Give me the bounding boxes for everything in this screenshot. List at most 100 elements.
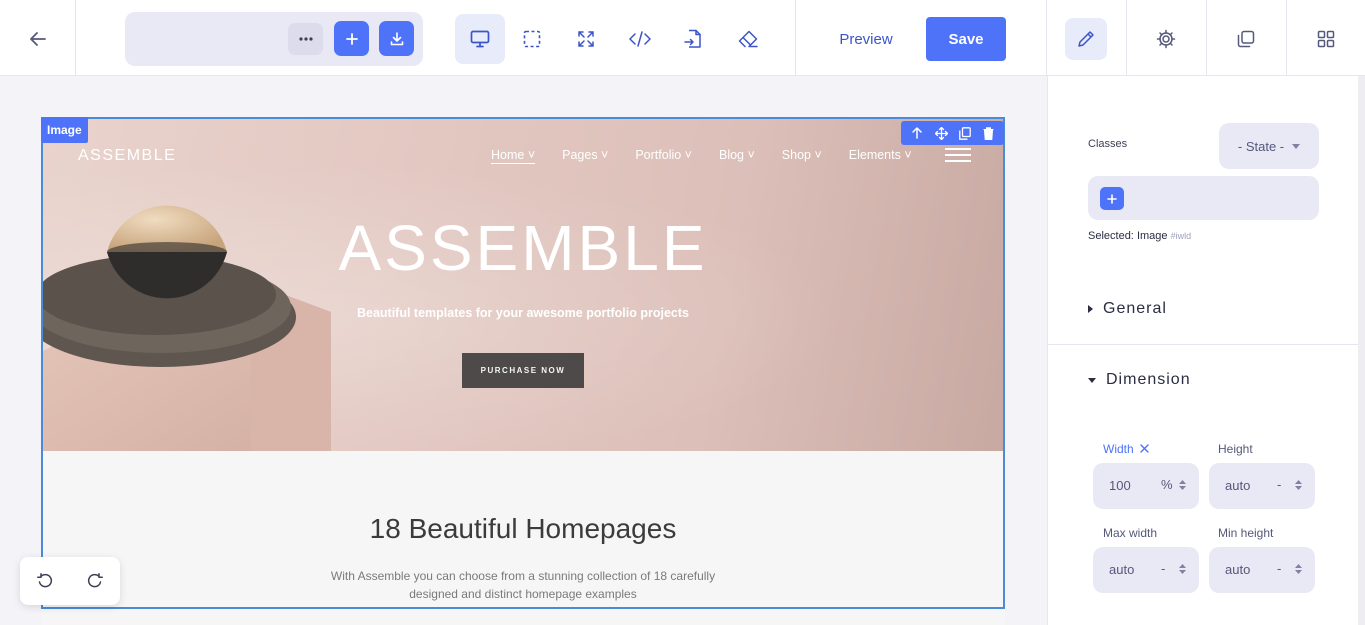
state-select-value: - State - bbox=[1237, 138, 1285, 154]
divider bbox=[1048, 344, 1358, 345]
divider bbox=[75, 0, 76, 76]
sector-general[interactable]: General bbox=[1088, 300, 1167, 318]
show-borders-button[interactable] bbox=[507, 14, 557, 64]
import-button[interactable] bbox=[379, 21, 414, 56]
sector-general-title: General bbox=[1103, 300, 1167, 317]
tab-blocks[interactable] bbox=[1305, 18, 1347, 60]
max-width-unit[interactable]: - bbox=[1161, 561, 1165, 576]
top-toolbar: Preview Save bbox=[0, 0, 1365, 76]
nav-item-portfolio[interactable]: Portfolio ˅ bbox=[635, 148, 692, 162]
pencil-icon bbox=[1078, 31, 1094, 47]
max-width-value[interactable]: auto bbox=[1109, 562, 1134, 577]
height-unit[interactable]: - bbox=[1277, 477, 1281, 492]
nav-item-pages[interactable]: Pages ˅ bbox=[562, 148, 608, 162]
select-box-icon bbox=[523, 30, 541, 48]
plus-icon bbox=[1107, 193, 1117, 204]
export-button[interactable] bbox=[668, 14, 718, 64]
plus-icon bbox=[345, 32, 358, 45]
tab-settings[interactable] bbox=[1145, 18, 1187, 60]
height-value[interactable]: auto bbox=[1225, 478, 1250, 493]
save-button[interactable]: Save bbox=[926, 17, 1006, 61]
purchase-now-button[interactable]: PURCHASE NOW bbox=[462, 353, 584, 388]
height-field[interactable]: auto - bbox=[1209, 463, 1315, 509]
panel-scrollbar[interactable] bbox=[1358, 76, 1365, 625]
width-label-text: Width bbox=[1103, 442, 1134, 456]
element-toolbar bbox=[901, 121, 1004, 145]
move-icon[interactable] bbox=[934, 126, 948, 140]
arrow-up-icon[interactable] bbox=[911, 127, 923, 139]
homepages-section[interactable]: 18 Beautiful Homepages With Assemble you… bbox=[41, 451, 1005, 625]
desktop-view-button[interactable] bbox=[455, 14, 505, 64]
site-brand[interactable]: ASSEMBLE bbox=[78, 147, 176, 165]
nav-item-home[interactable]: Home ˅ bbox=[491, 148, 535, 162]
width-unit[interactable]: % bbox=[1161, 477, 1173, 492]
preview-button[interactable]: Preview bbox=[826, 18, 906, 60]
add-class-button[interactable] bbox=[1100, 187, 1124, 210]
sector-dimension-title: Dimension bbox=[1106, 371, 1191, 388]
state-select[interactable]: - State - bbox=[1219, 123, 1319, 169]
min-height-field[interactable]: auto - bbox=[1209, 547, 1315, 593]
page-frame[interactable]: ASSEMBLE Home ˅ Pages ˅ Portfolio ˅ Blog… bbox=[41, 117, 1005, 625]
nav-item-shop[interactable]: Shop ˅ bbox=[782, 148, 822, 162]
divider bbox=[1046, 0, 1047, 76]
selected-name: Image bbox=[1136, 230, 1168, 242]
width-label[interactable]: Width bbox=[1103, 442, 1149, 456]
caret-right-icon bbox=[1088, 305, 1093, 313]
undo-redo-group bbox=[20, 557, 120, 605]
stepper-arrows-icon[interactable] bbox=[1179, 563, 1186, 575]
hamburger-menu-icon[interactable] bbox=[945, 148, 971, 163]
min-height-label: Min height bbox=[1218, 526, 1274, 540]
editor-canvas[interactable]: ASSEMBLE Home ˅ Pages ˅ Portfolio ˅ Blog… bbox=[0, 76, 1047, 625]
stepper-arrows-icon[interactable] bbox=[1295, 479, 1302, 491]
section-heading: 18 Beautiful Homepages bbox=[369, 513, 677, 544]
trash-icon[interactable] bbox=[983, 126, 994, 140]
copy-icon[interactable] bbox=[959, 126, 972, 140]
back-button[interactable] bbox=[22, 24, 54, 54]
fullscreen-button[interactable] bbox=[561, 14, 611, 64]
redo-icon[interactable] bbox=[87, 573, 103, 589]
hero-image[interactable]: ASSEMBLE Home ˅ Pages ˅ Portfolio ˅ Blog… bbox=[41, 117, 1005, 451]
add-page-button[interactable] bbox=[334, 21, 369, 56]
nav-item-blog[interactable]: Blog ˅ bbox=[719, 148, 755, 162]
tab-style-manager[interactable] bbox=[1065, 18, 1107, 60]
max-width-field[interactable]: auto - bbox=[1093, 547, 1199, 593]
sector-dimension[interactable]: Dimension bbox=[1088, 371, 1191, 389]
fullscreen-icon bbox=[578, 31, 594, 47]
divider bbox=[1126, 0, 1127, 76]
page-select[interactable] bbox=[125, 12, 423, 66]
divider bbox=[1286, 0, 1287, 76]
hero-subtitle: Beautiful templates for your awesome por… bbox=[356, 306, 689, 320]
chevron-down-icon bbox=[1292, 143, 1301, 149]
blocks-icon bbox=[1317, 30, 1335, 48]
eraser-icon bbox=[738, 30, 758, 48]
stepper-arrows-icon[interactable] bbox=[1295, 563, 1302, 575]
tab-layers[interactable] bbox=[1225, 18, 1267, 60]
view-code-button[interactable] bbox=[615, 14, 665, 64]
layers-icon bbox=[1237, 30, 1255, 48]
gear-icon bbox=[1156, 29, 1176, 49]
min-height-value[interactable]: auto bbox=[1225, 562, 1250, 577]
min-height-unit[interactable]: - bbox=[1277, 561, 1281, 576]
download-icon bbox=[390, 31, 403, 45]
more-options-button[interactable] bbox=[288, 23, 323, 55]
clear-x-icon[interactable] bbox=[1140, 444, 1149, 453]
width-value[interactable]: 100 bbox=[1109, 478, 1131, 493]
export-file-icon bbox=[684, 29, 701, 48]
selected-label: Selected: bbox=[1088, 230, 1134, 242]
undo-icon[interactable] bbox=[37, 573, 53, 589]
style-manager-panel: Classes - State - Selected: Image #iwld … bbox=[1047, 76, 1365, 625]
width-field[interactable]: 100 % bbox=[1093, 463, 1199, 509]
stepper-arrows-icon[interactable] bbox=[1179, 479, 1186, 491]
hero-title: ASSEMBLE bbox=[338, 212, 708, 284]
code-icon bbox=[629, 31, 651, 47]
clear-canvas-button[interactable] bbox=[723, 14, 773, 64]
selected-info: Selected: Image #iwld bbox=[1088, 230, 1191, 242]
site-nav: Home ˅ Pages ˅ Portfolio ˅ Blog ˅ Shop ˅… bbox=[491, 148, 939, 162]
divider bbox=[795, 0, 796, 76]
more-horizontal-icon bbox=[298, 37, 313, 41]
height-label: Height bbox=[1218, 442, 1253, 456]
classes-input[interactable] bbox=[1088, 176, 1319, 220]
selected-element-badge: Image bbox=[41, 117, 88, 143]
max-width-label: Max width bbox=[1103, 526, 1158, 540]
nav-item-elements[interactable]: Elements ˅ bbox=[849, 148, 912, 162]
